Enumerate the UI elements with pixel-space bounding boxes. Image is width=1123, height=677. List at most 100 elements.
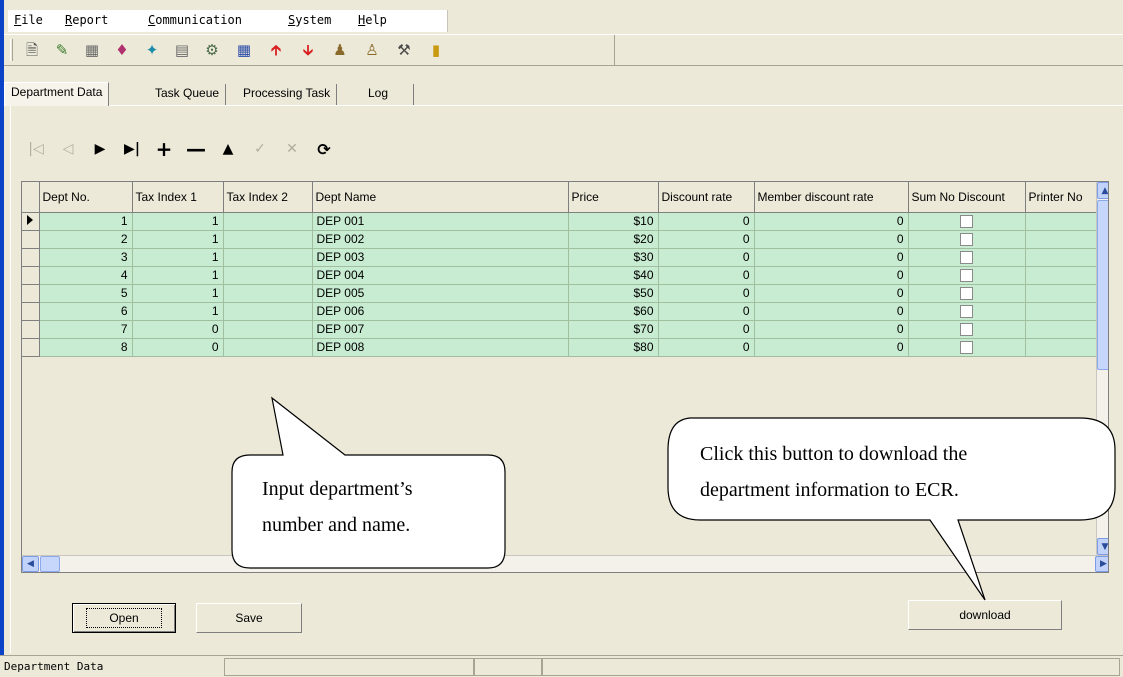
cell-tax-index-2[interactable]: [223, 212, 313, 231]
cell-price[interactable]: $60: [568, 302, 659, 321]
copy-icon[interactable]: ▤: [170, 39, 194, 61]
cell-dept-no[interactable]: 2: [39, 230, 133, 249]
cell-member-discount-rate[interactable]: 0: [754, 302, 909, 321]
sum-no-discount-checkbox[interactable]: [960, 341, 973, 355]
exit-icon[interactable]: ▮: [424, 39, 448, 61]
table-row[interactable]: 5 1 DEP 005 $50 0 0: [22, 284, 1097, 303]
users-group-icon[interactable]: ♙: [360, 39, 384, 61]
download-button[interactable]: download: [908, 600, 1062, 630]
sum-no-discount-checkbox[interactable]: [960, 287, 973, 301]
sum-no-discount-checkbox[interactable]: [960, 305, 973, 319]
edit-record-icon[interactable]: ▲: [213, 134, 243, 164]
col-header-discount-rate[interactable]: Discount rate: [658, 182, 755, 213]
tags-icon[interactable]: ♦: [110, 39, 134, 61]
users-icon[interactable]: ♟: [328, 39, 352, 61]
table-row[interactable]: 7 0 DEP 007 $70 0 0: [22, 320, 1097, 339]
cell-discount-rate[interactable]: 0: [658, 320, 755, 339]
table-row[interactable]: 6 1 DEP 006 $60 0 0: [22, 302, 1097, 321]
tools-icon[interactable]: ⚒: [392, 39, 416, 61]
cell-tax-index-1[interactable]: 1: [132, 302, 224, 321]
cell-price[interactable]: $50: [568, 284, 659, 303]
tab-department-data[interactable]: Department Data: [4, 82, 110, 106]
cell-dept-no[interactable]: 3: [39, 248, 133, 267]
sum-no-discount-checkbox[interactable]: [960, 251, 973, 265]
menu-help[interactable]: Help: [358, 13, 387, 27]
cell-dept-name[interactable]: DEP 004: [312, 266, 569, 285]
cell-discount-rate[interactable]: 0: [658, 338, 755, 357]
insert-record-icon[interactable]: +: [149, 134, 179, 164]
cell-dept-name[interactable]: DEP 006: [312, 302, 569, 321]
cell-price[interactable]: $10: [568, 212, 659, 231]
cell-discount-rate[interactable]: 0: [658, 248, 755, 267]
tab-log[interactable]: Log: [362, 84, 414, 105]
prior-record-icon[interactable]: ◁: [53, 134, 83, 164]
col-header-tax-index-1[interactable]: Tax Index 1: [132, 182, 224, 213]
cell-printer-no[interactable]: [1025, 230, 1097, 249]
menu-file[interactable]: File: [14, 13, 43, 27]
tab-task-queue[interactable]: Task Queue: [149, 84, 227, 105]
row-indicator[interactable]: [22, 338, 40, 357]
cell-tax-index-1[interactable]: 1: [132, 230, 224, 249]
vertical-scrollbar[interactable]: ▲ ▼: [1096, 182, 1108, 555]
table-row[interactable]: 8 0 DEP 008 $80 0 0: [22, 338, 1097, 357]
cell-tax-index-2[interactable]: [223, 230, 313, 249]
scroll-up-icon[interactable]: ▲: [1097, 182, 1108, 199]
cell-tax-index-2[interactable]: [223, 302, 313, 321]
cell-tax-index-1[interactable]: 0: [132, 338, 224, 357]
cell-tax-index-1[interactable]: 0: [132, 320, 224, 339]
row-indicator[interactable]: [22, 284, 40, 303]
horizontal-scrollbar[interactable]: ◀ ▶: [22, 555, 1108, 572]
cell-printer-no[interactable]: [1025, 284, 1097, 303]
cell-printer-no[interactable]: [1025, 338, 1097, 357]
upload-arrow-icon[interactable]: 🡱: [264, 39, 288, 61]
row-indicator[interactable]: [22, 230, 40, 249]
scroll-left-icon[interactable]: ◀: [22, 556, 39, 572]
cell-tax-index-2[interactable]: [223, 320, 313, 339]
cancel-record-icon[interactable]: ✕: [277, 134, 307, 164]
department-grid[interactable]: Dept No. Tax Index 1 Tax Index 2 Dept Na…: [21, 181, 1109, 573]
sum-no-discount-checkbox[interactable]: [960, 233, 973, 247]
next-record-icon[interactable]: ▶: [85, 134, 115, 164]
cell-tax-index-2[interactable]: [223, 284, 313, 303]
vertical-scroll-thumb[interactable]: [1097, 200, 1108, 370]
cell-printer-no[interactable]: [1025, 248, 1097, 267]
refresh-icon[interactable]: ⟳: [309, 134, 339, 164]
edit-icon[interactable]: ✎: [50, 39, 74, 61]
cell-tax-index-1[interactable]: 1: [132, 248, 224, 267]
cell-price[interactable]: $40: [568, 266, 659, 285]
col-header-price[interactable]: Price: [568, 182, 659, 213]
open-button[interactable]: Open: [72, 603, 176, 633]
cell-discount-rate[interactable]: 0: [658, 284, 755, 303]
tab-processing-task[interactable]: Processing Task: [237, 84, 338, 105]
delete-record-icon[interactable]: —: [181, 134, 211, 164]
cell-tax-index-2[interactable]: [223, 248, 313, 267]
last-record-icon[interactable]: ▶|: [117, 134, 147, 164]
sum-no-discount-checkbox[interactable]: [960, 323, 973, 337]
col-header-dept-no[interactable]: Dept No.: [39, 182, 133, 213]
menu-system[interactable]: System: [288, 13, 331, 27]
new-document-icon[interactable]: 🗎: [20, 39, 44, 61]
col-header-printer-no[interactable]: Printer No: [1025, 182, 1097, 213]
cell-member-discount-rate[interactable]: 0: [754, 320, 909, 339]
cell-dept-no[interactable]: 7: [39, 320, 133, 339]
col-header-dept-name[interactable]: Dept Name: [312, 182, 569, 213]
cell-member-discount-rate[interactable]: 0: [754, 266, 909, 285]
row-indicator[interactable]: [22, 302, 40, 321]
cell-dept-name[interactable]: DEP 001: [312, 212, 569, 231]
cell-member-discount-rate[interactable]: 0: [754, 248, 909, 267]
cell-discount-rate[interactable]: 0: [658, 212, 755, 231]
settings-icon[interactable]: ⚙: [200, 39, 224, 61]
col-header-member-discount-rate[interactable]: Member discount rate: [754, 182, 909, 213]
cell-price[interactable]: $80: [568, 338, 659, 357]
cell-tax-index-1[interactable]: 1: [132, 266, 224, 285]
cell-printer-no[interactable]: [1025, 212, 1097, 231]
cell-dept-name[interactable]: DEP 003: [312, 248, 569, 267]
menu-communication[interactable]: Communication: [148, 13, 242, 27]
cell-discount-rate[interactable]: 0: [658, 230, 755, 249]
horizontal-scroll-thumb[interactable]: [40, 556, 60, 572]
row-indicator[interactable]: [22, 266, 40, 285]
cell-dept-no[interactable]: 8: [39, 338, 133, 357]
row-indicator[interactable]: [22, 248, 40, 267]
cell-dept-name[interactable]: DEP 005: [312, 284, 569, 303]
first-record-icon[interactable]: |◁: [21, 134, 51, 164]
